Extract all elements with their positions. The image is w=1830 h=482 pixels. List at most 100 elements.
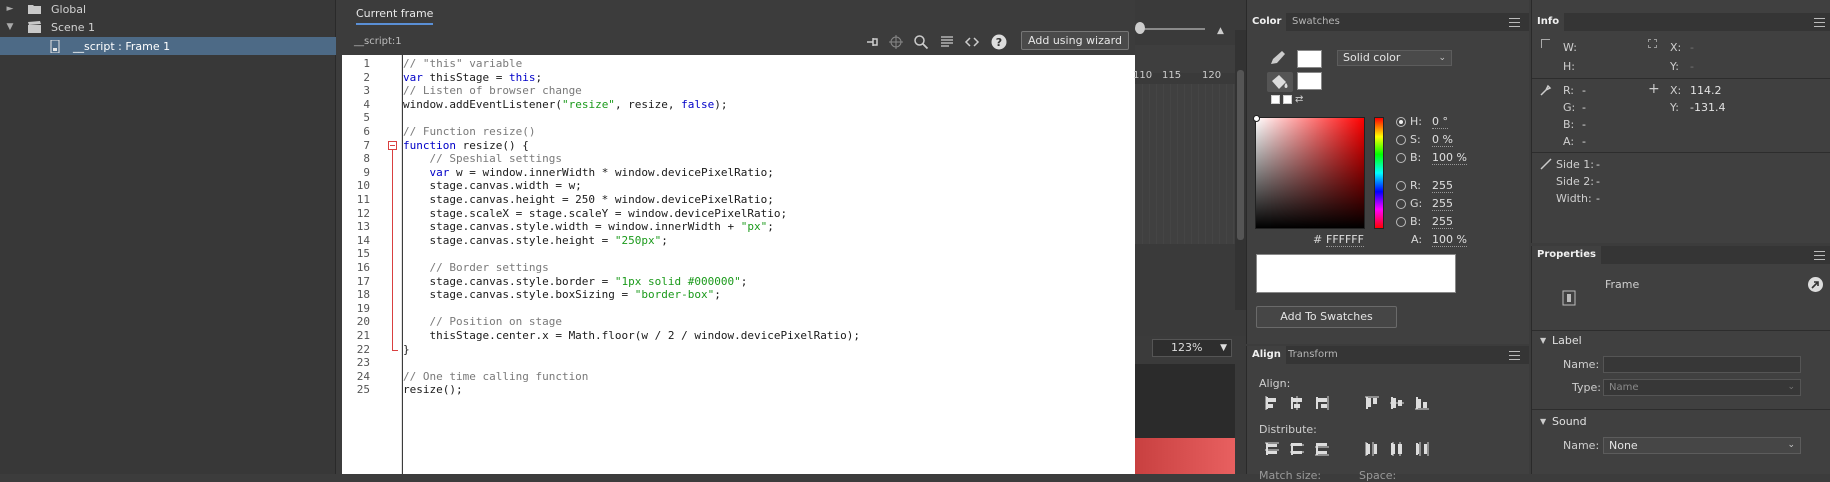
distribute-bottom-icon[interactable] bbox=[1314, 441, 1330, 457]
brightness-value[interactable]: 100 % bbox=[1432, 151, 1467, 165]
collapse-fold-icon[interactable] bbox=[388, 140, 397, 150]
target-icon[interactable] bbox=[888, 34, 904, 50]
frame-name-input[interactable] bbox=[1603, 356, 1801, 373]
swap-colors-icon[interactable]: ⇄ bbox=[1295, 95, 1305, 105]
hex-value[interactable]: FFFFFF bbox=[1326, 233, 1364, 247]
distribute-vertical-center-icon[interactable] bbox=[1289, 441, 1305, 457]
code-line[interactable]: } bbox=[403, 343, 410, 356]
tab-current-frame[interactable]: Current frame bbox=[356, 7, 434, 25]
tab-transform[interactable]: Transform bbox=[1283, 346, 1343, 364]
add-using-wizard-button[interactable]: Add using wizard bbox=[1021, 31, 1129, 50]
blue-value[interactable]: 255 bbox=[1432, 215, 1453, 229]
align-vertical-center-icon[interactable] bbox=[1389, 395, 1405, 411]
green-radio[interactable] bbox=[1396, 199, 1406, 209]
code-area[interactable]: // "this" variable var thisStage = this; /… bbox=[403, 55, 1135, 474]
help-icon[interactable]: ? bbox=[991, 34, 1007, 50]
code-line[interactable]: stage.scaleX = stage.scaleY = window.dev… bbox=[403, 207, 787, 220]
tree-item-script-frame-1[interactable]: __script : Frame 1 bbox=[0, 37, 336, 55]
distribute-top-icon[interactable] bbox=[1264, 441, 1280, 457]
fill-color-swatch[interactable] bbox=[1297, 72, 1322, 90]
code-line[interactable]: stage.canvas.height = 250 * window.devic… bbox=[403, 193, 773, 206]
panel-menu-icon[interactable] bbox=[1814, 251, 1825, 260]
code-line[interactable]: resize(); bbox=[403, 383, 463, 396]
code-line[interactable]: var w = window.innerWidth * window.devic… bbox=[403, 166, 774, 179]
tab-align[interactable]: Align bbox=[1247, 346, 1286, 364]
code-line[interactable]: // Position on stage bbox=[403, 315, 561, 328]
chevron-down-icon[interactable]: ▼ bbox=[4, 22, 16, 32]
label-section-title[interactable]: Label bbox=[1552, 334, 1582, 347]
code-line[interactable]: // One time calling function bbox=[403, 370, 588, 383]
tree-item-scene-1[interactable]: ▼ Scene 1 bbox=[0, 18, 336, 36]
blue-radio[interactable] bbox=[1396, 217, 1406, 227]
saturation-value[interactable]: 0 % bbox=[1432, 133, 1453, 147]
frame-ruler[interactable]: 110 115 120 bbox=[1133, 45, 1235, 81]
timeline-zoom-slider[interactable] bbox=[1135, 22, 1205, 34]
distribute-horizontal-center-icon[interactable] bbox=[1389, 441, 1405, 457]
brightness-radio[interactable] bbox=[1396, 153, 1406, 163]
label-type-select[interactable]: Name ⌄ bbox=[1603, 379, 1801, 396]
frame-grid[interactable] bbox=[1135, 84, 1235, 244]
align-horizontal-center-icon[interactable] bbox=[1289, 395, 1305, 411]
distribute-right-icon[interactable] bbox=[1414, 441, 1430, 457]
tab-info[interactable]: Info bbox=[1532, 13, 1565, 31]
panel-menu-icon[interactable] bbox=[1814, 18, 1825, 27]
green-value[interactable]: 255 bbox=[1432, 197, 1453, 211]
chevron-down-icon[interactable]: ▼ bbox=[1540, 336, 1546, 345]
saturation-brightness-picker[interactable] bbox=[1253, 115, 1365, 229]
distribute-left-icon[interactable] bbox=[1364, 441, 1380, 457]
code-line[interactable]: stage.canvas.style.boxSizing = "border-b… bbox=[403, 288, 720, 301]
panel-menu-icon[interactable] bbox=[1509, 351, 1520, 360]
red-radio[interactable] bbox=[1396, 181, 1406, 191]
y-value[interactable]: - bbox=[1690, 60, 1694, 73]
chevron-down-icon[interactable]: ▼ bbox=[1540, 417, 1546, 426]
code-line[interactable]: var thisStage = this; bbox=[403, 71, 542, 84]
x-value[interactable]: - bbox=[1690, 41, 1694, 54]
tab-swatches[interactable]: Swatches bbox=[1287, 13, 1345, 31]
code-line[interactable]: window.addEventListener("resize", resize… bbox=[403, 98, 728, 111]
pin-icon[interactable] bbox=[864, 34, 880, 50]
stroke-color-pencil-icon[interactable] bbox=[1269, 50, 1287, 69]
tree-item-global[interactable]: ► Global bbox=[0, 0, 336, 18]
code-line[interactable]: // Listen of browser change bbox=[403, 84, 582, 97]
code-line[interactable]: // Speshial settings bbox=[403, 152, 561, 165]
no-color-icon[interactable] bbox=[1283, 95, 1292, 104]
fill-color-bucket-icon[interactable] bbox=[1267, 72, 1293, 92]
stage-canvas[interactable] bbox=[1135, 364, 1235, 438]
red-value[interactable]: 255 bbox=[1432, 179, 1453, 193]
saturation-radio[interactable] bbox=[1396, 135, 1406, 145]
tab-color[interactable]: Color bbox=[1247, 13, 1287, 31]
code-brackets-icon[interactable] bbox=[964, 34, 980, 50]
code-line[interactable]: stage.canvas.style.width = window.innerW… bbox=[403, 220, 773, 233]
hue-value[interactable]: 0 ° bbox=[1432, 115, 1448, 129]
code-line[interactable]: // Border settings bbox=[403, 261, 548, 274]
sound-section-title[interactable]: Sound bbox=[1552, 415, 1587, 428]
align-bottom-icon[interactable] bbox=[1414, 395, 1430, 411]
hue-slider[interactable] bbox=[1374, 117, 1384, 229]
stage-zoom-select[interactable]: 123% ▼ bbox=[1152, 339, 1232, 357]
stage-red-shape[interactable] bbox=[1135, 438, 1235, 474]
code-line[interactable]: thisStage.center.x = Math.floor(w / 2 / … bbox=[403, 329, 859, 342]
align-top-icon[interactable] bbox=[1364, 395, 1380, 411]
sound-name-select[interactable]: None ⌄ bbox=[1603, 437, 1801, 454]
search-icon[interactable] bbox=[913, 34, 929, 50]
align-left-icon[interactable] bbox=[1264, 395, 1280, 411]
fill-type-select[interactable]: Solid color ⌄ bbox=[1337, 50, 1452, 66]
timeline-scrollbar[interactable] bbox=[1235, 30, 1246, 310]
help-arrow-icon[interactable] bbox=[1808, 277, 1823, 292]
zoom-in-mountain-icon[interactable]: ▲ bbox=[1217, 26, 1224, 36]
code-line[interactable]: // Function resize() bbox=[403, 125, 535, 138]
code-line[interactable]: // "this" variable bbox=[403, 57, 522, 70]
align-right-icon[interactable] bbox=[1314, 395, 1330, 411]
add-to-swatches-button[interactable]: Add To Swatches bbox=[1256, 306, 1397, 328]
tab-properties[interactable]: Properties bbox=[1532, 246, 1601, 264]
panel-menu-icon[interactable] bbox=[1509, 18, 1520, 27]
code-line[interactable]: stage.canvas.style.border = "1px solid #… bbox=[403, 275, 747, 288]
stroke-color-swatch[interactable] bbox=[1297, 50, 1322, 68]
alpha-value[interactable]: 100 % bbox=[1432, 233, 1467, 247]
chevron-right-icon[interactable]: ► bbox=[4, 4, 16, 14]
black-white-icon[interactable] bbox=[1271, 95, 1280, 104]
code-line[interactable]: function resize() { bbox=[403, 139, 529, 152]
format-icon[interactable] bbox=[939, 34, 955, 50]
code-line[interactable]: stage.canvas.width = w; bbox=[403, 179, 581, 192]
code-line[interactable]: stage.canvas.style.height = "250px"; bbox=[403, 234, 667, 247]
